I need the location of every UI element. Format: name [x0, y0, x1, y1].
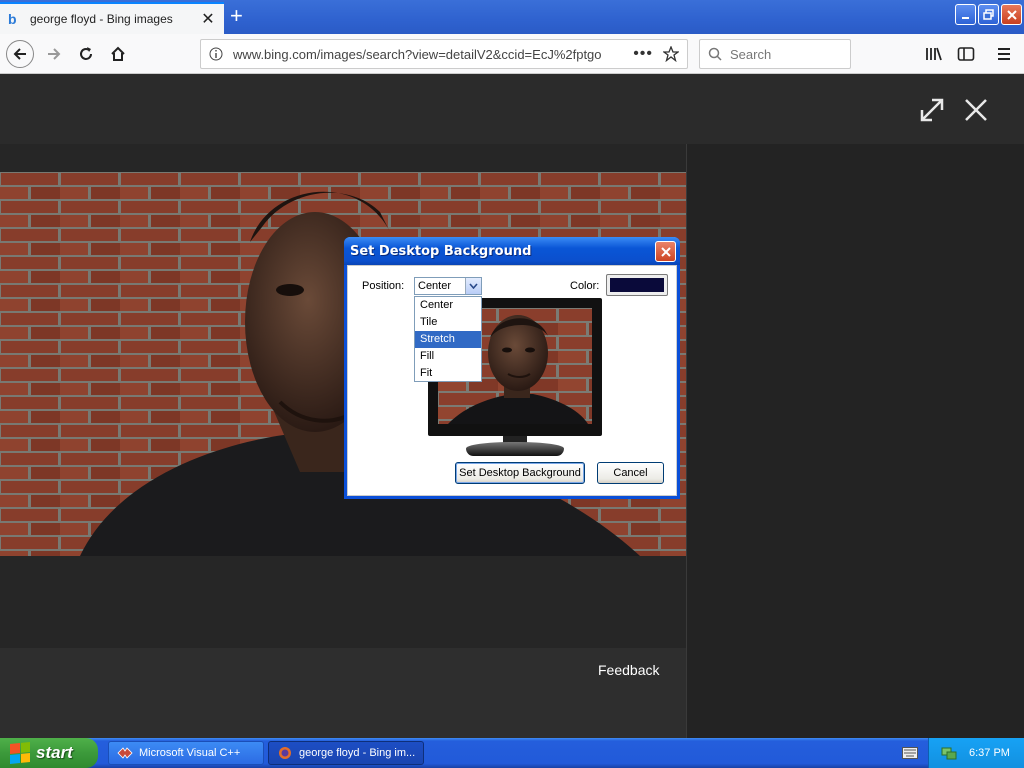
bookmark-star-icon[interactable]: [663, 46, 679, 62]
dropdown-option-tile[interactable]: Tile: [415, 314, 481, 331]
start-label: start: [36, 743, 73, 762]
close-window-button[interactable]: [1001, 4, 1022, 25]
dropdown-option-stretch[interactable]: Stretch: [415, 331, 481, 348]
search-input[interactable]: Search: [699, 39, 851, 69]
taskbar-item-visual-cpp[interactable]: Microsoft Visual C++: [108, 741, 264, 765]
sidebar-button[interactable]: [952, 40, 980, 68]
bing-favicon-icon: b: [8, 11, 17, 27]
dropdown-option-center[interactable]: Center: [415, 297, 481, 314]
feedback-link[interactable]: Feedback: [598, 662, 659, 678]
back-button[interactable]: [6, 40, 34, 68]
firefox-icon: [279, 747, 291, 759]
clock: 6:37 PM: [969, 747, 1010, 759]
details-panel: [686, 144, 1024, 738]
windows-logo-icon: [10, 741, 30, 765]
monitor-stand: [466, 442, 564, 456]
dropdown-arrow[interactable]: [465, 278, 481, 294]
keyboard-icon[interactable]: [902, 747, 918, 759]
cancel-button[interactable]: Cancel: [597, 462, 664, 484]
chevron-down-icon: [469, 283, 478, 289]
close-icon: [660, 246, 671, 257]
close-viewer-icon[interactable]: [962, 96, 990, 124]
browser-tab-strip: b george floyd - Bing images ✕ +: [0, 0, 1024, 34]
color-picker-button[interactable]: [606, 274, 668, 296]
feedback-band: [0, 648, 686, 738]
dropdown-option-fit[interactable]: Fit: [415, 365, 481, 382]
position-dropdown-list[interactable]: Center Tile Stretch Fill Fit: [414, 296, 482, 382]
position-label: Position:: [362, 280, 405, 292]
new-tab-icon[interactable]: +: [230, 4, 243, 28]
color-swatch: [610, 278, 664, 292]
sidebar-icon: [957, 47, 975, 61]
start-button[interactable]: start: [0, 738, 98, 768]
reload-icon: [80, 47, 92, 60]
tab-close-icon[interactable]: ✕: [200, 9, 216, 29]
expand-icon[interactable]: [918, 96, 946, 124]
taskbar-item-browser[interactable]: george floyd - Bing im...: [268, 741, 424, 765]
position-select[interactable]: Center: [414, 277, 482, 295]
visual-cpp-icon: [117, 747, 133, 759]
network-icon[interactable]: [941, 745, 957, 761]
restore-window-button[interactable]: [978, 4, 999, 25]
task-label: Microsoft Visual C++: [139, 747, 241, 759]
home-button[interactable]: [104, 40, 132, 68]
library-icon: [926, 47, 942, 61]
close-icon: [1006, 9, 1017, 20]
dialog-body: Position: Center Color: Center Tile Stre…: [347, 265, 677, 496]
page-actions-icon[interactable]: •••: [633, 45, 653, 63]
forward-arrow-icon: [48, 48, 61, 60]
home-icon: [111, 46, 125, 61]
set-desktop-background-dialog: Set Desktop Background Position: Center …: [344, 237, 680, 499]
set-desktop-background-button[interactable]: Set Desktop Background: [455, 462, 585, 484]
color-label: Color:: [570, 280, 600, 292]
browser-tab[interactable]: b george floyd - Bing images ✕: [0, 2, 224, 34]
navigation-bar: www.bing.com/images/search?view=detailV2…: [0, 34, 1024, 74]
dialog-titlebar[interactable]: Set Desktop Background: [344, 237, 680, 265]
url-bar[interactable]: www.bing.com/images/search?view=detailV2…: [200, 39, 688, 69]
taskbar: start Microsoft Visual C++ george floyd …: [0, 738, 1024, 768]
dialog-close-button[interactable]: [655, 241, 676, 262]
dropdown-option-fill[interactable]: Fill: [415, 348, 481, 365]
system-tray: 6:37 PM: [928, 738, 1024, 768]
task-label: george floyd - Bing im...: [299, 747, 416, 759]
library-button[interactable]: [920, 40, 948, 68]
minimize-window-button[interactable]: [955, 4, 976, 25]
menu-button[interactable]: [990, 40, 1018, 68]
forward-button[interactable]: [40, 40, 68, 68]
minimize-icon: [961, 16, 969, 19]
hamburger-menu-icon: [998, 48, 1010, 60]
dialog-title: Set Desktop Background: [350, 243, 532, 259]
search-placeholder: Search: [730, 46, 772, 62]
search-icon: [708, 47, 722, 61]
reload-button[interactable]: [72, 40, 100, 68]
url-text: www.bing.com/images/search?view=detailV2…: [233, 46, 602, 62]
position-value: Center: [418, 280, 452, 292]
restore-icon: [983, 9, 994, 20]
back-arrow-icon: [13, 48, 26, 60]
viewer-top-band: [0, 74, 1024, 144]
tab-title: george floyd - Bing images: [30, 12, 173, 26]
info-icon[interactable]: [209, 47, 223, 61]
